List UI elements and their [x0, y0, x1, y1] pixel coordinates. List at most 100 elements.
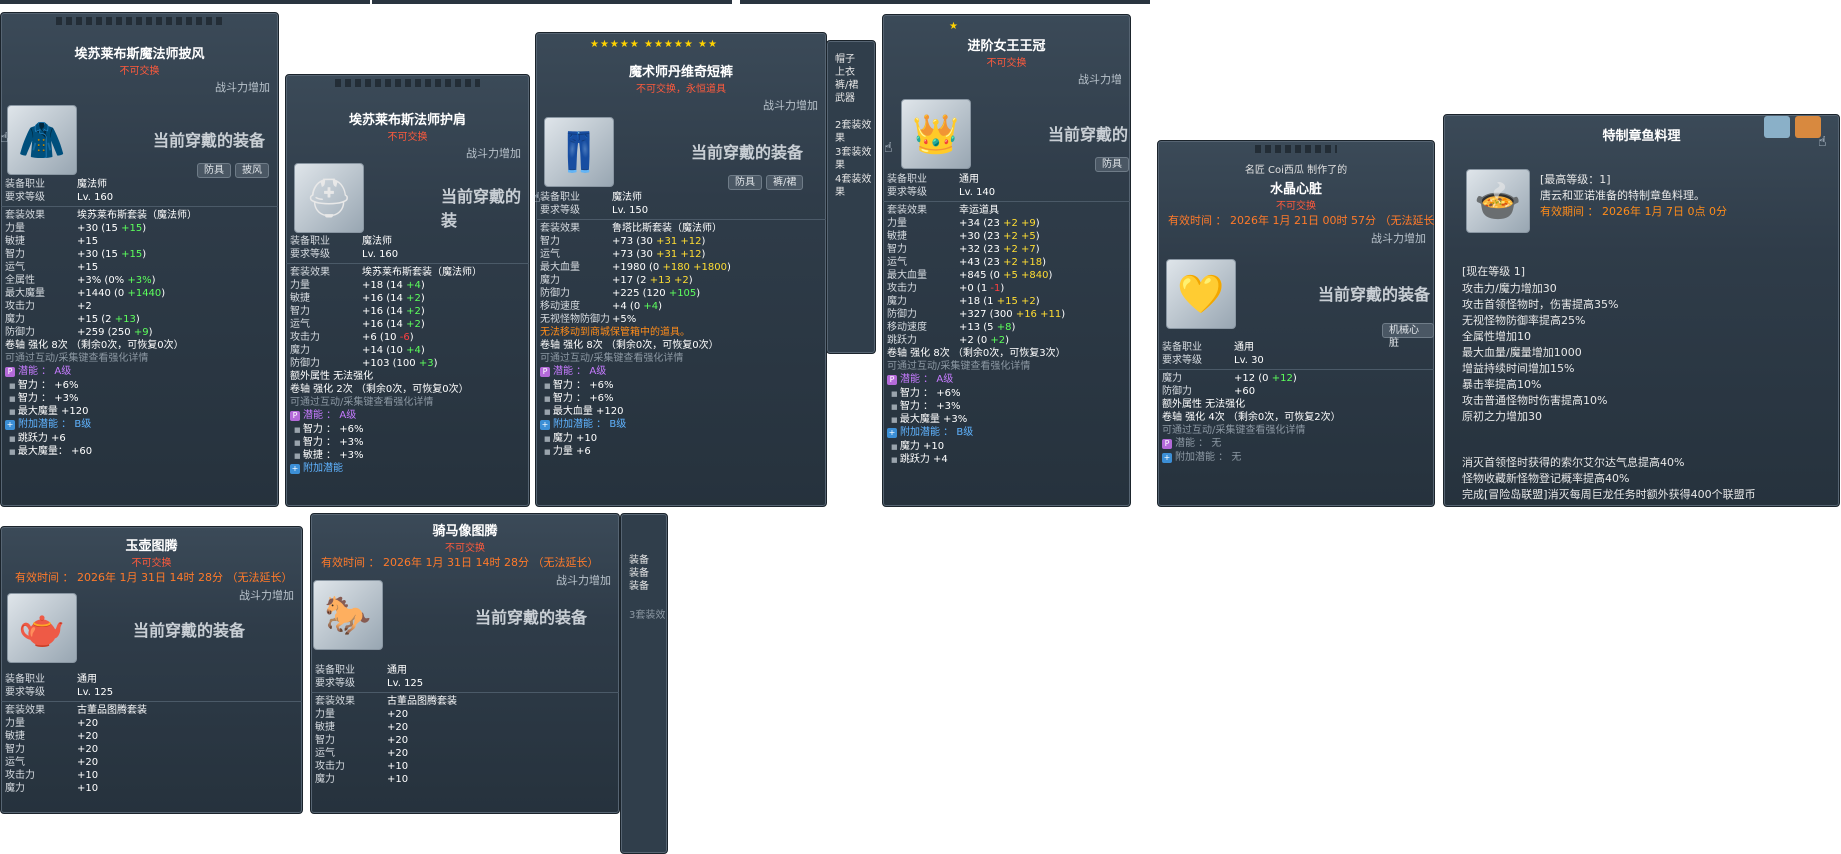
stat-bonus: +3: [418, 358, 434, 369]
stat-value: +10: [77, 769, 98, 782]
extra-attr: 额外属性 无法强化: [290, 371, 374, 382]
stat-base: +13 (5: [959, 322, 997, 333]
stat-row: 智力 +16 (14 +2): [286, 305, 529, 318]
stat-close: ): [420, 293, 425, 304]
set-side-item: 3套装效: [629, 610, 666, 621]
stat-base: +14 (10: [362, 345, 407, 356]
additional-potential-label: + 附加潜能 ： 无: [1158, 451, 1434, 465]
info-value: 通用: [387, 665, 407, 676]
additional-potential-line: 最大魔量： +60: [1, 445, 278, 458]
warning-text: 无法移动到商城保管箱中的道具。: [540, 327, 690, 338]
info-row: 要求等级 Lv. 160: [1, 191, 278, 204]
stat-row: 最大魔量 +1440 (0 +1440): [1, 287, 278, 300]
stat-key: 最大血量: [887, 270, 927, 281]
info-row: 要求等级 Lv. 140: [883, 186, 1130, 199]
item-title: 进阶女王王冠: [967, 39, 1046, 54]
stat-close: ): [1035, 218, 1040, 229]
stat-key: 防御力: [1162, 386, 1192, 397]
stat-key: 魔力: [5, 783, 25, 794]
tag-list: 防具 披风: [197, 163, 269, 178]
additional-potential-line: 跳跃力 +4: [883, 453, 1130, 466]
set-side-item: 裤/裙: [835, 80, 859, 91]
battle-power-label: 战斗力增加: [215, 81, 270, 94]
stat-value: +2: [77, 300, 92, 313]
info-key: 装备职业: [887, 174, 927, 185]
set-key: 套装效果: [5, 705, 45, 716]
stat-base: +0 (1: [959, 283, 991, 294]
star-rating: ★★★★★ ★★★★★ ★★: [590, 39, 718, 50]
tag: 防具: [197, 163, 231, 178]
battle-power-label: 战斗力增加: [1371, 232, 1426, 245]
stat-base: +2 (0: [959, 335, 991, 346]
potential-icon: P: [887, 375, 897, 385]
stat-value: +5%: [612, 313, 636, 326]
stat-close: ): [142, 223, 147, 234]
stat-base: +60: [1234, 386, 1256, 397]
stat-value: +18 (1 +15 +2): [959, 295, 1040, 308]
potential-label: P 潜能 ： A级: [1, 365, 278, 379]
item-title: 埃苏莱布斯法师护肩: [348, 113, 466, 128]
jade-pot-icon: 🫖: [7, 593, 77, 663]
info-row: 装备职业 魔法师: [1, 178, 278, 191]
stat-key: 力量: [5, 223, 25, 234]
extra-effect-line: 完成[冒险岛联盟]消灭每周巨龙任务时额外获得400个联盟币: [1462, 488, 1756, 501]
stat-value: +14 (10 +4): [362, 344, 425, 357]
stat-bonus: -1: [990, 283, 1001, 294]
stat-key: 攻击力: [290, 332, 320, 343]
tag: 防具: [1095, 157, 1129, 172]
stat-key: 攻击力: [5, 301, 35, 312]
stat-row: 运气 +73 (30 +31 +12): [536, 248, 826, 261]
heart-icon: 💛: [1166, 259, 1236, 329]
stat-row: 敏捷 +30 (23 +2 +5): [883, 230, 1130, 243]
stat-block: 装备职业 通用 要求等级 Lv. 140 套装效果 幸运道具 力量 +34 (23 +2 +9…: [883, 173, 1130, 466]
top-strip: [372, 0, 732, 4]
stat-value: +60: [1234, 385, 1255, 398]
potential-line: 智力 ： +6%: [1, 379, 278, 392]
stat-value: +17 (2 +13 +2): [612, 274, 693, 287]
stat-key: 力量: [315, 709, 335, 720]
stat-key: 敏捷: [315, 722, 335, 733]
info-row: 要求等级 Lv. 160: [286, 248, 529, 261]
hand-cursor-icon: ☝: [0, 130, 9, 146]
stat-row: 最大血量 +845 (0 +5 +840): [883, 269, 1130, 282]
stat-key: 全属性: [5, 275, 35, 286]
stat-key: 力量: [887, 218, 907, 229]
stat-base: +15 (2: [77, 314, 115, 325]
stat-row: 力量 +20: [1, 717, 302, 730]
effect-line: 原初之力增加30: [1462, 410, 1542, 423]
item-tooltip-horse-totem: 骑马像图腾 不可交换 有效时间 ： 2026年 1月 31日 14时 28分 （…: [310, 513, 620, 814]
stat-key: 敏捷: [5, 731, 25, 742]
stat-value: +16 (14 +2): [362, 292, 425, 305]
stat-row: 全属性 +3% (0% +3%): [1, 274, 278, 287]
stat-block: 装备职业 魔法师 要求等级 Lv. 160 套装效果 埃苏莱布斯套装（魔法师） 力量 +30 …: [1, 178, 278, 458]
cape-icon: 🧥: [7, 105, 77, 175]
buff-icon-slot[interactable]: [1764, 116, 1790, 138]
item-title: 埃苏莱布斯魔法师披风: [74, 47, 205, 62]
stat-row: 魔力 +14 (10 +4): [286, 344, 529, 357]
stat-value: +259 (250 +9): [77, 326, 152, 339]
stat-value: +10: [387, 773, 408, 786]
crown-icon: 👑: [901, 99, 971, 169]
stat-base: +2: [77, 301, 92, 312]
stat-base: +4 (0: [612, 301, 644, 312]
stat-value: +225 (120 +105): [612, 287, 700, 300]
stat-row: 攻击力 +10: [311, 760, 619, 773]
stat-base: +20: [77, 718, 99, 729]
expire-label: 有效期间 ： 2026年 1月 7日 0点 0分: [1540, 205, 1727, 218]
additional-potential-text: 附加潜能 ： B级: [553, 419, 627, 430]
stat-row: 攻击力 +0 (1 -1): [883, 282, 1130, 295]
stat-value: +16 (14 +2): [362, 318, 425, 331]
stat-base: +20: [77, 744, 99, 755]
top-strip: [0, 0, 370, 4]
stat-base: +30 (23: [959, 231, 1004, 242]
stat-block: 装备职业 通用 要求等级 Lv. 125 套装效果 古董品图腾套装 力量 +20 敏捷 +20 智力…: [1, 673, 302, 795]
item-tooltip-crown: ★ 进阶女王王冠 不可交换 战斗力增 👑 当前穿戴的 防具 装备职业 通用 要求等级…: [882, 14, 1131, 507]
stat-base: +10: [387, 761, 409, 772]
stat-key: 移动速度: [887, 322, 927, 333]
scroll-upgrade: 卷轴 强化 8次 （剩余0次，可恢复3次）: [887, 348, 1066, 359]
buff-header: [最高等级：1] 唐云和亚诺准备的特制章鱼料理。 有效期间 ： 2026年 1月…: [1540, 171, 1727, 219]
stat-key: 无视怪物防御力: [540, 314, 610, 325]
separator: [883, 201, 1130, 202]
stat-value: +0 (1 -1): [959, 282, 1004, 295]
set-side-item: 武器: [835, 93, 855, 104]
